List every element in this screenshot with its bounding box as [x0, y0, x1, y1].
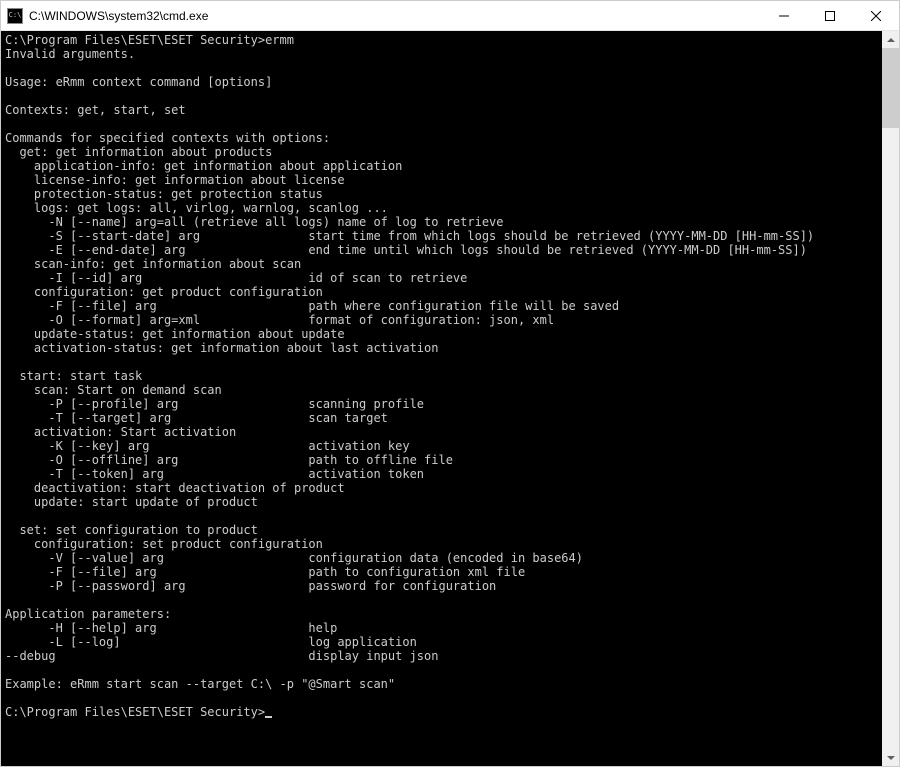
maximize-button[interactable] [807, 1, 853, 31]
terminal-line: -V [--value] arg configuration data (enc… [5, 551, 583, 565]
chevron-up-icon [887, 38, 895, 42]
terminal-line: -F [--file] arg path where configuration… [5, 299, 619, 313]
terminal-line: set: set configuration to product [5, 523, 258, 537]
vertical-scrollbar[interactable] [882, 31, 899, 766]
terminal-line: -O [--offline] arg path to offline file [5, 453, 453, 467]
cmd-icon-label: C:\ [9, 12, 22, 19]
chevron-down-icon [887, 756, 895, 760]
terminal-line: scan: Start on demand scan [5, 383, 222, 397]
window-title: C:\WINDOWS\system32\cmd.exe [29, 9, 208, 23]
terminal-line: logs: get logs: all, virlog, warnlog, sc… [5, 201, 388, 215]
maximize-icon [825, 11, 835, 21]
scroll-up-button[interactable] [882, 31, 899, 48]
terminal-line: deactivation: start deactivation of prod… [5, 481, 345, 495]
terminal-line: C:\Program Files\ESET\ESET Security>ermm [5, 33, 294, 47]
terminal-line: get: get information about products [5, 145, 272, 159]
terminal-wrapper: C:\Program Files\ESET\ESET Security>ermm… [1, 31, 899, 766]
terminal-line: -I [--id] arg id of scan to retrieve [5, 271, 467, 285]
terminal-line: -N [--name] arg=all (retrieve all logs) … [5, 215, 504, 229]
terminal-line: Example: eRmm start scan --target C:\ -p… [5, 677, 395, 691]
scroll-down-button[interactable] [882, 749, 899, 766]
close-button[interactable] [853, 1, 899, 31]
terminal-line: -F [--file] arg path to configuration xm… [5, 565, 525, 579]
terminal-line: -P [--password] arg password for configu… [5, 579, 496, 593]
terminal-line: -T [--token] arg activation token [5, 467, 424, 481]
terminal-line: activation-status: get information about… [5, 341, 438, 355]
minimize-button[interactable] [761, 1, 807, 31]
terminal-line: -O [--format] arg=xml format of configur… [5, 313, 554, 327]
cmd-icon: C:\ [7, 8, 23, 24]
close-icon [871, 11, 881, 21]
terminal-line: --debug display input json [5, 649, 438, 663]
terminal-line: configuration: get product configuration [5, 285, 323, 299]
terminal-line: Contexts: get, start, set [5, 103, 186, 117]
window-controls [761, 1, 899, 31]
terminal-line: start: start task [5, 369, 142, 383]
terminal-line: -P [--profile] arg scanning profile [5, 397, 424, 411]
terminal-line: -L [--log] log application [5, 635, 417, 649]
terminal-line: -T [--target] arg scan target [5, 411, 388, 425]
titlebar-left: C:\ C:\WINDOWS\system32\cmd.exe [1, 8, 208, 24]
terminal-line: Usage: eRmm context command [options] [5, 75, 272, 89]
terminal-line: Application parameters: [5, 607, 171, 621]
terminal-line: activation: Start activation [5, 425, 236, 439]
terminal-line: -K [--key] arg activation key [5, 439, 410, 453]
scrollbar-thumb[interactable] [882, 48, 899, 128]
terminal-line: scan-info: get information about scan [5, 257, 301, 271]
terminal-line: application-info: get information about … [5, 159, 402, 173]
minimize-icon [779, 11, 789, 21]
terminal-line: license-info: get information about lice… [5, 173, 345, 187]
cursor [265, 716, 272, 718]
terminal-line: update: start update of product [5, 495, 258, 509]
terminal-line: update-status: get information about upd… [5, 327, 345, 341]
terminal-line: Invalid arguments. [5, 47, 135, 61]
terminal-line: configuration: set product configuration [5, 537, 323, 551]
terminal-line: -H [--help] arg help [5, 621, 337, 635]
terminal-line: -E [--end-date] arg end time until which… [5, 243, 807, 257]
terminal-line: -S [--start-date] arg start time from wh… [5, 229, 814, 243]
window-titlebar: C:\ C:\WINDOWS\system32\cmd.exe [1, 1, 899, 31]
prompt-line: C:\Program Files\ESET\ESET Security> [5, 705, 265, 719]
terminal-line: Commands for specified contexts with opt… [5, 131, 330, 145]
terminal-output[interactable]: C:\Program Files\ESET\ESET Security>ermm… [1, 31, 882, 766]
terminal-line: protection-status: get protection status [5, 187, 323, 201]
